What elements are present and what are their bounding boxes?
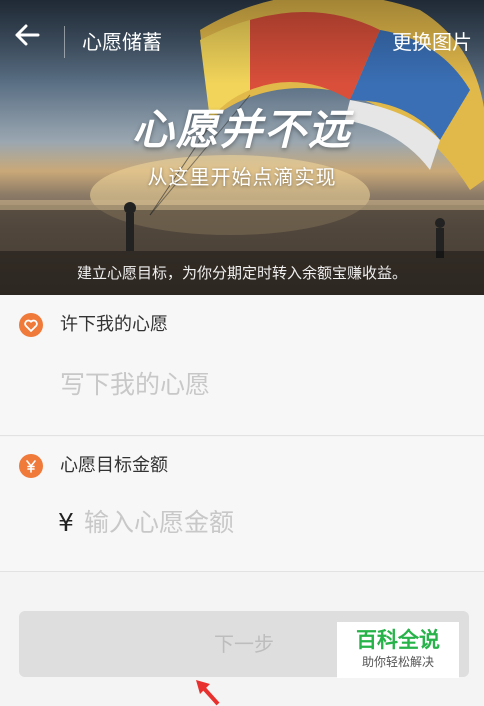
wish-input[interactable]: 写下我的心愿 <box>60 368 210 402</box>
wish-section: 许下我的心愿 写下我的心愿 <box>0 295 484 435</box>
change-image-button[interactable]: 更换图片 <box>392 28 472 56</box>
heart-icon <box>19 313 43 337</box>
wish-label: 许下我的心愿 <box>60 314 168 335</box>
amount-section: 心愿目标金额 ¥ 输入心愿金额 <box>0 437 484 571</box>
amount-input[interactable]: 输入心愿金额 <box>84 506 234 540</box>
hero-slogan: 心愿并不远 <box>131 105 352 154</box>
watermark-subtitle: 助你轻松解决 <box>361 655 434 669</box>
watermark-title: 百科全说 <box>356 628 440 652</box>
hero-subtitle: 从这里开始点滴实现 <box>147 165 337 189</box>
section-divider <box>0 435 484 436</box>
yuan-icon <box>19 454 43 478</box>
header-divider <box>64 26 65 58</box>
currency-symbol: ¥ <box>58 508 74 537</box>
hero-banner: 心愿储蓄 更换图片 心愿并不远 从这里开始点滴实现 建立心愿目标，为你分期定时转… <box>0 0 484 295</box>
red-arrow-icon <box>196 680 220 706</box>
page-title: 心愿储蓄 <box>82 30 162 54</box>
amount-label: 心愿目标金额 <box>60 455 168 476</box>
back-arrow-icon <box>15 24 40 46</box>
section-divider <box>0 571 484 572</box>
hero-note: 建立心愿目标，为你分期定时转入余额宝赚收益。 <box>0 251 484 295</box>
watermark-logo: 百科全说 助你轻松解决 <box>337 622 459 678</box>
back-button[interactable] <box>14 24 54 60</box>
